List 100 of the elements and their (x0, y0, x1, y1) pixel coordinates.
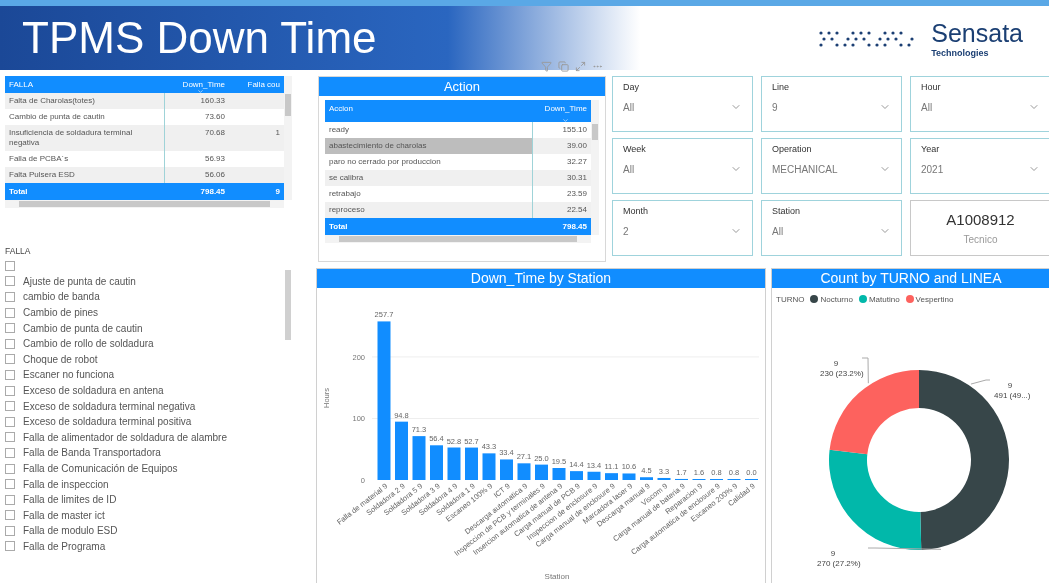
sort-caret-icon (197, 88, 204, 95)
checkbox[interactable] (5, 292, 15, 302)
dropdown[interactable]: All (772, 222, 891, 240)
list-item[interactable]: Falla de Comunicación de Equipos (23, 463, 178, 474)
table-cell: 39.00 (533, 138, 591, 154)
checkbox[interactable] (5, 463, 15, 474)
data-label: 491 (49...) (994, 391, 1031, 400)
bar[interactable] (430, 445, 443, 480)
checkbox[interactable] (5, 541, 15, 552)
slicer-label: Hour (921, 82, 942, 92)
bar[interactable] (447, 447, 461, 480)
list-item[interactable]: Exceso de soldadura en antena (23, 385, 164, 397)
list-item[interactable]: Falla de Programa (23, 541, 106, 552)
leader-line (970, 379, 991, 385)
list-item[interactable]: Falla de limites de ID (23, 494, 117, 506)
list-item[interactable]: Falla de modulo ESD (23, 525, 118, 537)
checkbox[interactable] (5, 447, 15, 458)
copy-icon[interactable] (558, 61, 569, 72)
data-label: 9 (830, 549, 836, 558)
table-cell: 1 (229, 125, 284, 151)
table-cell: 30.31 (533, 170, 591, 186)
checkbox[interactable] (5, 276, 15, 287)
list-item[interactable]: Falla de alimentador de soldadura de alambre (23, 431, 227, 443)
dropdown[interactable]: 9 (772, 98, 891, 116)
checkbox[interactable] (5, 479, 15, 490)
scrollbar[interactable] (325, 235, 591, 243)
bar[interactable] (517, 463, 531, 480)
checkbox[interactable] (5, 354, 15, 365)
slicer-label: Year (921, 144, 941, 154)
checkbox[interactable] (5, 260, 15, 271)
table-cell: 160.33 (165, 93, 229, 109)
bar[interactable] (657, 477, 671, 480)
checkbox[interactable] (5, 401, 15, 412)
slicer-label: Week (623, 144, 647, 154)
checkbox[interactable] (5, 338, 15, 349)
dropdown[interactable]: 2 (623, 222, 742, 240)
checkbox[interactable] (5, 510, 15, 521)
list-item[interactable]: Escaner no funciona (23, 369, 115, 381)
scrollbar[interactable] (5, 200, 284, 208)
list-item[interactable]: Falla de inspeccion (23, 478, 109, 490)
checkbox[interactable] (5, 307, 15, 318)
list-item[interactable]: Exceso de soldadura terminal positiva (23, 416, 192, 428)
slicer-label: Day (623, 82, 640, 92)
table-cell: Insuficiencia de soldadura terminal negativa (5, 125, 165, 151)
bar[interactable] (587, 471, 601, 480)
bar[interactable] (622, 473, 636, 480)
checkbox[interactable] (5, 416, 15, 427)
list-item[interactable]: Cambio de punta de cautin (23, 322, 143, 334)
scrollbar[interactable] (591, 100, 599, 235)
focus-mode-icon[interactable] (575, 61, 586, 72)
checkbox[interactable] (5, 432, 15, 443)
list-item[interactable]: Choque de robot (23, 353, 98, 365)
axis-title: Station (544, 572, 570, 581)
scrollbar[interactable] (284, 76, 292, 200)
table-cell[interactable]: abastecimiento de charolas (325, 138, 533, 154)
checkbox[interactable] (5, 494, 15, 505)
bar[interactable] (535, 464, 548, 480)
scrollbar[interactable] (285, 270, 291, 340)
data-label: 270 (27.2%) (817, 559, 861, 568)
dropdown[interactable]: All (623, 160, 742, 178)
bar[interactable] (500, 459, 513, 480)
checkbox[interactable] (5, 525, 15, 536)
list-item[interactable]: Cambio de rollo de soldadura (23, 338, 154, 350)
list-item[interactable]: cambio de banda (23, 291, 100, 303)
bar[interactable] (482, 453, 496, 480)
filter-icon[interactable] (541, 61, 552, 72)
chart-title: Count by TURNO and LINEA (772, 269, 1049, 288)
bar[interactable] (552, 468, 566, 480)
table-cell: 22.54 (533, 202, 591, 218)
table-cell[interactable]: reproceso (325, 202, 533, 218)
list-item[interactable]: Exceso de soldadura terminal negativa (23, 400, 196, 412)
total-value: 9 (229, 183, 284, 200)
list-item[interactable]: Falla de master ict (23, 509, 105, 521)
bar[interactable] (465, 447, 478, 480)
bar[interactable] (640, 477, 653, 480)
dropdown[interactable]: All (623, 98, 742, 116)
list-item[interactable]: Cambio de pines (23, 307, 99, 319)
checkbox[interactable] (5, 385, 15, 396)
slicer-label: Line (772, 82, 790, 92)
list-item[interactable]: Falla de Banda Transportadora (23, 447, 161, 459)
bar[interactable] (377, 321, 391, 480)
dropdown[interactable]: 2021 (921, 160, 1040, 178)
legend-label[interactable]: Matutino (868, 294, 900, 304)
checkbox[interactable] (5, 369, 15, 380)
chart-title: Down_Time by Station (317, 269, 765, 288)
donut-slice[interactable] (919, 370, 1009, 550)
data-label: 230 (23.2%) (820, 369, 864, 378)
dropdown[interactable]: All (921, 98, 1040, 116)
bar[interactable] (412, 436, 426, 480)
legend-title: TURNO (776, 294, 805, 304)
legend-label[interactable]: Nocturno (820, 294, 853, 304)
legend-label[interactable]: Vespertino (915, 294, 954, 304)
checkbox[interactable] (5, 323, 15, 334)
total-label: Total (5, 183, 165, 200)
table-cell[interactable]: se calibra (325, 170, 533, 186)
data-label: 9 (833, 359, 839, 368)
dropdown[interactable]: MECHANICAL (772, 160, 891, 178)
brand-subtitle: Technologies (931, 47, 990, 58)
slicer-label: Operation (772, 144, 813, 154)
list-item[interactable]: Ajuste de punta de cautin (23, 275, 136, 287)
